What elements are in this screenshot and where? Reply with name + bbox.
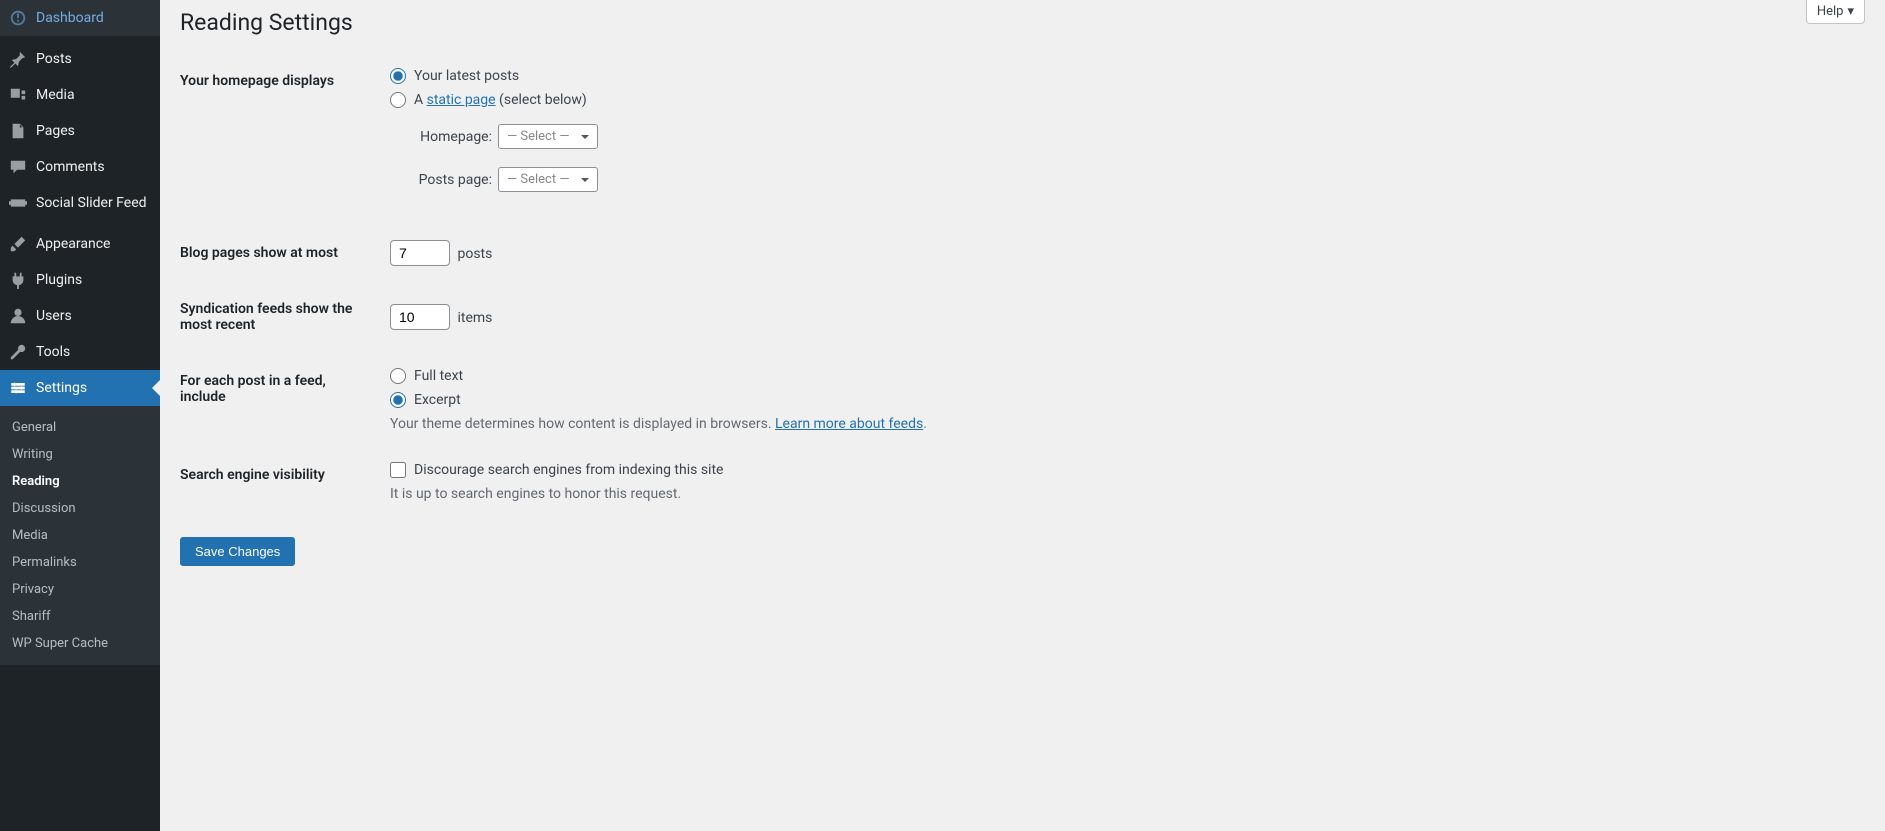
static-page-selects: Homepage: — Select — Posts page: — Selec… — [412, 124, 1855, 192]
homepage-latest-posts-label: Your latest posts — [414, 68, 519, 84]
submenu-item-shariff[interactable]: Shariff — [0, 603, 160, 630]
submenu-item-general[interactable]: General — [0, 414, 160, 441]
sidebar-item-label: Tools — [36, 344, 70, 360]
sidebar-item-pages[interactable]: Pages — [0, 113, 160, 149]
syndication-label: Syndication feeds show the most recent — [180, 281, 380, 353]
help-tab[interactable]: Help ▾ — [1806, 0, 1865, 24]
slider-icon — [8, 193, 28, 213]
sidebar-item-plugins[interactable]: Plugins — [0, 262, 160, 298]
sidebar-item-label: Plugins — [36, 272, 82, 288]
chevron-down-icon: ▾ — [1847, 4, 1854, 19]
settings-submenu: General Writing Reading Discussion Media… — [0, 406, 160, 665]
homepage-select[interactable]: — Select — — [498, 124, 598, 149]
blog-pages-input[interactable] — [390, 240, 450, 266]
settings-form-table: Your homepage displays Your latest posts… — [180, 53, 1865, 517]
help-label: Help — [1817, 4, 1844, 19]
homepage-latest-posts-radio[interactable] — [390, 68, 406, 84]
sidebar-item-label: Comments — [36, 159, 105, 175]
syndication-unit: items — [457, 310, 492, 326]
brush-icon — [8, 234, 28, 254]
sidebar-item-comments[interactable]: Comments — [0, 149, 160, 185]
sidebar-item-label: Dashboard — [36, 10, 104, 26]
blog-pages-unit: posts — [457, 246, 492, 262]
sidebar-item-social-slider[interactable]: Social Slider Feed — [0, 185, 160, 221]
main-content: Help ▾ Reading Settings Your homepage di… — [160, 0, 1885, 831]
submenu-item-reading[interactable]: Reading — [0, 468, 160, 495]
sidebar-item-label: Media — [36, 87, 75, 103]
media-icon — [8, 85, 28, 105]
plugin-icon — [8, 270, 28, 290]
pages-icon — [8, 121, 28, 141]
comments-icon — [8, 157, 28, 177]
visibility-label: Search engine visibility — [180, 447, 380, 517]
posts-page-select-label: Posts page: — [412, 172, 492, 188]
sidebar-item-label: Posts — [36, 51, 72, 67]
feed-desc-suffix: . — [923, 416, 927, 432]
visibility-checkbox-label: Discourage search engines from indexing … — [414, 462, 723, 478]
sidebar-item-appearance[interactable]: Appearance — [0, 226, 160, 262]
sidebar-item-users[interactable]: Users — [0, 298, 160, 334]
feed-excerpt-radio[interactable] — [390, 392, 406, 408]
static-page-suffix: (select below) — [496, 92, 587, 108]
syndication-input[interactable] — [390, 304, 450, 330]
feed-description: Your theme determines how content is dis… — [390, 416, 1855, 432]
submenu-item-media[interactable]: Media — [0, 522, 160, 549]
feed-include-label: For each post in a feed, include — [180, 353, 380, 447]
submenu-item-wp-super-cache[interactable]: WP Super Cache — [0, 630, 160, 657]
sidebar-item-label: Settings — [36, 380, 87, 396]
homepage-displays-label: Your homepage displays — [180, 53, 380, 225]
wrench-icon — [8, 342, 28, 362]
blog-pages-label: Blog pages show at most — [180, 225, 380, 281]
sidebar-item-posts[interactable]: Posts — [0, 41, 160, 77]
homepage-static-page-radio[interactable] — [390, 92, 406, 108]
feed-excerpt-label: Excerpt — [414, 392, 461, 408]
static-page-link[interactable]: static page — [427, 92, 496, 108]
submenu-item-discussion[interactable]: Discussion — [0, 495, 160, 522]
sidebar-item-settings[interactable]: Settings — [0, 370, 160, 406]
static-page-prefix: A — [414, 92, 427, 108]
settings-icon — [8, 378, 28, 398]
sidebar-item-label: Appearance — [36, 236, 110, 252]
submenu-item-writing[interactable]: Writing — [0, 441, 160, 468]
user-icon — [8, 306, 28, 326]
sidebar-item-label: Users — [36, 308, 72, 324]
sidebar-item-label: Social Slider Feed — [36, 195, 147, 211]
homepage-select-label: Homepage: — [412, 129, 492, 145]
pin-icon — [8, 49, 28, 69]
sidebar-item-dashboard[interactable]: Dashboard — [0, 0, 160, 36]
submenu-item-permalinks[interactable]: Permalinks — [0, 549, 160, 576]
feed-learn-more-link[interactable]: Learn more about feeds — [775, 416, 923, 432]
dashboard-icon — [8, 8, 28, 28]
visibility-description: It is up to search engines to honor this… — [390, 486, 1855, 502]
admin-sidebar: Dashboard Posts Media Pages Comments Soc… — [0, 0, 160, 831]
feed-full-text-label: Full text — [414, 368, 463, 384]
visibility-checkbox[interactable] — [390, 462, 406, 478]
homepage-static-page-label: A static page (select below) — [414, 92, 587, 108]
save-button[interactable]: Save Changes — [180, 537, 295, 566]
posts-page-select[interactable]: — Select — — [498, 167, 598, 192]
page-title: Reading Settings — [180, 0, 1865, 40]
feed-desc-prefix: Your theme determines how content is dis… — [390, 416, 775, 432]
feed-full-text-radio[interactable] — [390, 368, 406, 384]
sidebar-item-label: Pages — [36, 123, 75, 139]
submenu-item-privacy[interactable]: Privacy — [0, 576, 160, 603]
sidebar-item-tools[interactable]: Tools — [0, 334, 160, 370]
sidebar-item-media[interactable]: Media — [0, 77, 160, 113]
